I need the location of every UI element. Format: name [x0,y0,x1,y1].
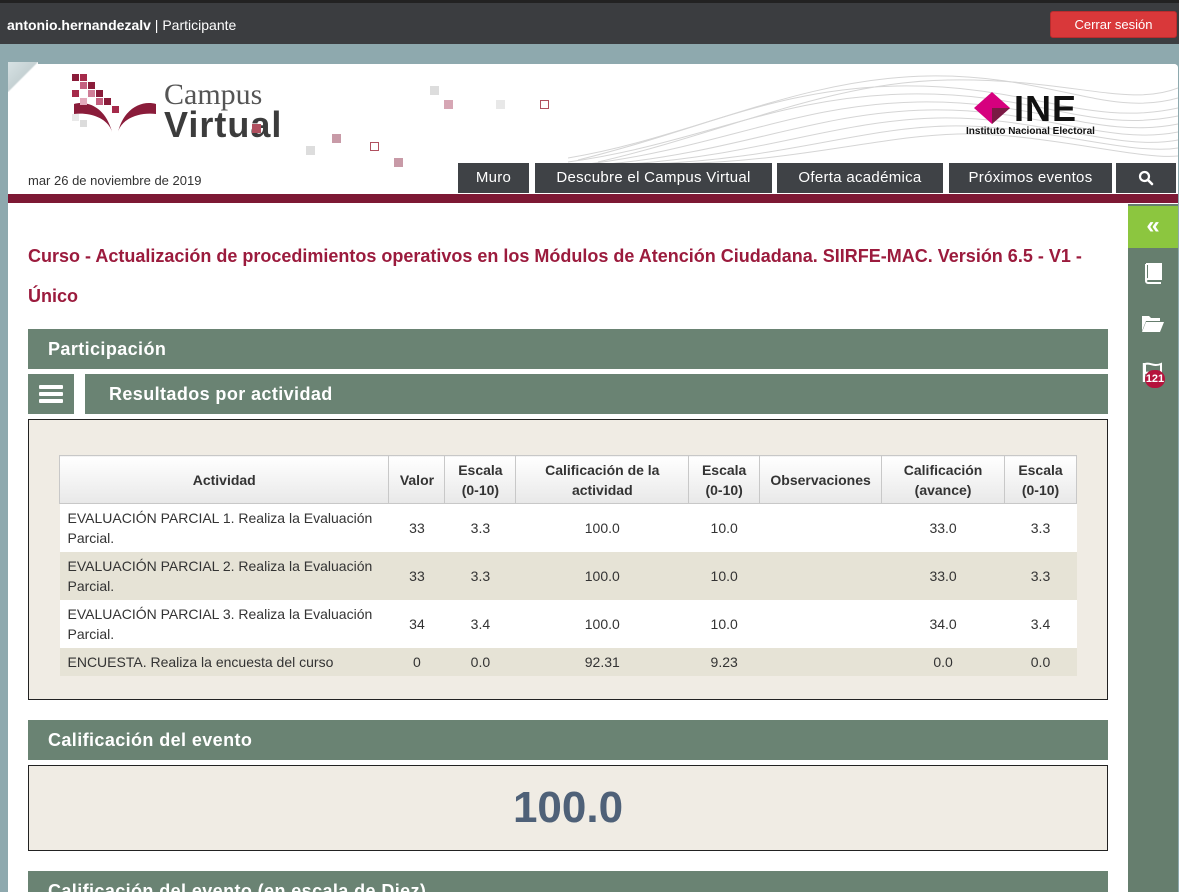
folder-open-icon[interactable] [1141,312,1165,334]
user-separator: | [150,17,163,33]
cell-valor: 0 [388,648,445,676]
cell-observaciones [759,648,882,676]
nav-descubre[interactable]: Descubre el Campus Virtual [535,163,772,193]
decor-square [370,142,379,151]
col-observaciones: Observaciones [759,455,883,504]
ine-logo-text: INE [1014,88,1078,129]
cell-avance: 33.0 [881,552,1005,600]
cell-escala-3: 3.4 [1004,600,1077,648]
hamburger-line [39,399,63,403]
cell-observaciones [759,552,882,600]
username: antonio.hernandezalv [7,17,151,33]
cell-observaciones [759,600,882,648]
participation-heading: Participación [28,329,1108,369]
logout-button[interactable]: Cerrar sesión [1050,11,1177,38]
decor-square [252,124,261,133]
cell-valor: 34 [388,600,445,648]
menu-button[interactable] [28,374,74,414]
col-calificacion-avance: Calificación (avance) [881,455,1006,504]
cell-escala-2: 10.0 [688,503,760,552]
nav-muro[interactable]: Muro [458,163,529,193]
sidebar-toggle-button[interactable]: « [1128,206,1178,248]
ine-logo[interactable]: INE Instituto Nacional Electoral [964,88,1124,138]
col-escala-3: Escala (0-10) [1004,455,1077,504]
book-logo-icon [72,74,156,132]
decor-square [540,100,549,109]
event-grade-heading: Calificación del evento [28,720,1108,760]
user-role: Participante [162,17,237,33]
results-panel: Actividad Valor Escala (0-10) Calificaci… [28,419,1108,700]
cell-escala-2: 9.23 [688,648,760,676]
cell-escala-1: 3.3 [444,503,516,552]
results-heading: Resultados por actividad [85,374,1108,414]
cell-calificacion: 92.31 [515,648,689,676]
col-valor: Valor [388,455,446,504]
cell-calificacion: 100.0 [515,503,689,552]
cell-valor: 33 [388,552,445,600]
results-table: Actividad Valor Escala (0-10) Calificaci… [58,455,1077,676]
book-icon[interactable] [1141,262,1165,284]
cell-observaciones [759,503,882,552]
nav-oferta-academica[interactable]: Oferta académica [777,163,943,193]
table-row: EVALUACIÓN PARCIAL 1. Realiza la Evaluac… [59,503,1077,552]
campus-virtual-logo[interactable]: Campus Virtual [68,70,328,152]
cell-avance: 0.0 [881,648,1005,676]
col-calificacion-actividad: Calificación de la actividad [515,455,690,504]
nav-proximos-eventos[interactable]: Próximos eventos [949,163,1112,193]
notification-badge: 121 [1145,370,1165,388]
cell-valor: 33 [388,503,445,552]
site-header: Campus Virtual INE Instituto Nacional El… [8,64,1178,196]
col-escala-1: Escala (0-10) [444,455,517,504]
cell-escala-2: 10.0 [688,552,760,600]
col-escala-2: Escala (0-10) [688,455,761,504]
header-divider [8,194,1178,203]
event-grade-panel: 100.0 [28,765,1108,851]
cell-actividad: EVALUACIÓN PARCIAL 2. Realiza la Evaluac… [59,552,389,600]
right-sidebar: « [1128,204,1178,892]
page-curl-decoration [8,62,38,92]
cell-escala-1: 3.3 [444,552,516,600]
search-icon [1138,170,1154,186]
decor-square [306,146,315,155]
current-date: mar 26 de noviembre de 2019 [28,173,202,188]
cell-escala-1: 3.4 [444,600,516,648]
cell-actividad: EVALUACIÓN PARCIAL 3. Realiza la Evaluac… [59,600,389,648]
hamburger-line [39,392,63,396]
user-info: antonio.hernandezalv | Participante [7,17,236,33]
top-bar: antonio.hernandezalv | Participante Cerr… [0,0,1179,44]
decor-square [496,100,505,109]
table-row: ENCUESTA. Realiza la encuesta del curso … [59,648,1077,676]
logo-virtual-text: Virtual [164,104,283,145]
decor-square [332,134,341,143]
page-card: Campus Virtual INE Instituto Nacional El… [8,64,1178,892]
table-header-row: Actividad Valor Escala (0-10) Calificaci… [58,455,1077,504]
cell-calificacion: 100.0 [515,552,689,600]
cell-escala-3: 0.0 [1004,648,1077,676]
hamburger-line [39,385,63,389]
cell-escala-3: 3.3 [1004,552,1077,600]
cell-escala-1: 0.0 [444,648,516,676]
ine-subtitle: Instituto Nacional Electoral [966,126,1095,137]
cell-escala-3: 3.3 [1004,503,1077,552]
cell-avance: 33.0 [881,503,1005,552]
event-grade-value: 100.0 [512,783,624,832]
decor-square [444,100,453,109]
cell-calificacion: 100.0 [515,600,689,648]
event-grade-ten-heading: Calificación del evento (en escala de Di… [28,871,1108,892]
cell-actividad: ENCUESTA. Realiza la encuesta del curso [59,648,389,676]
table-row: EVALUACIÓN PARCIAL 3. Realiza la Evaluac… [59,600,1077,648]
course-title: Curso - Actualización de procedimientos … [28,246,1082,306]
cell-avance: 34.0 [881,600,1005,648]
ine-diamond-icon [974,92,1010,124]
cell-escala-2: 10.0 [688,600,760,648]
decor-square [394,158,403,167]
search-button[interactable] [1116,163,1176,193]
table-row: EVALUACIÓN PARCIAL 2. Realiza la Evaluac… [59,552,1077,600]
cell-actividad: EVALUACIÓN PARCIAL 1. Realiza la Evaluac… [59,503,389,552]
col-actividad: Actividad [58,455,390,504]
decor-square [430,86,439,95]
